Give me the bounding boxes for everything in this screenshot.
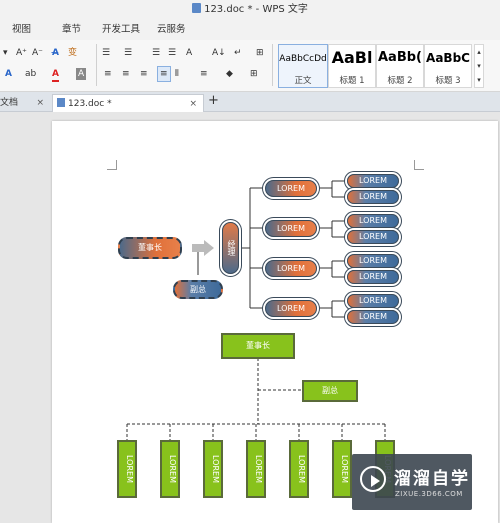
lorem-leaf-node[interactable]: LOREM [347, 270, 399, 284]
play-logo-icon [360, 466, 386, 492]
lorem-leaf-node[interactable]: LOREM [347, 294, 399, 308]
lorem-leaf-node[interactable]: LOREM [347, 214, 399, 228]
manager-node[interactable]: 经理 [222, 222, 239, 274]
lorem-leaf-node[interactable]: LOREM [347, 254, 399, 268]
watermark-url: ZIXUE.3D66.COM [395, 490, 463, 498]
lorem-leaf-node[interactable]: LOREM [347, 310, 399, 324]
vice-president-node[interactable]: 副总 [173, 280, 223, 299]
lorem-node[interactable]: LOREM [265, 260, 317, 277]
chairman-node[interactable]: 董事长 [118, 237, 182, 259]
lorem-box[interactable]: LOREM [246, 440, 266, 498]
lorem-box[interactable]: LOREM [117, 440, 137, 498]
lorem-leaf-node[interactable]: LOREM [347, 190, 399, 204]
lorem-box[interactable]: LOREM [332, 440, 352, 498]
vice-president-box[interactable]: 副总 [302, 380, 358, 402]
arrow-shape [192, 240, 214, 256]
lorem-node[interactable]: LOREM [265, 300, 317, 317]
lorem-box[interactable]: LOREM [289, 440, 309, 498]
lorem-leaf-node[interactable]: LOREM [347, 174, 399, 188]
lorem-box[interactable]: LOREM [160, 440, 180, 498]
lorem-leaf-node[interactable]: LOREM [347, 230, 399, 244]
watermark-logo: 溜溜自学 ZIXUE.3D66.COM [352, 454, 472, 510]
chairman-box[interactable]: 董事长 [221, 333, 295, 359]
lorem-node[interactable]: LOREM [265, 180, 317, 197]
watermark-title: 溜溜自学 [394, 469, 470, 489]
lorem-box[interactable]: LOREM [203, 440, 223, 498]
lorem-node[interactable]: LOREM [265, 220, 317, 237]
